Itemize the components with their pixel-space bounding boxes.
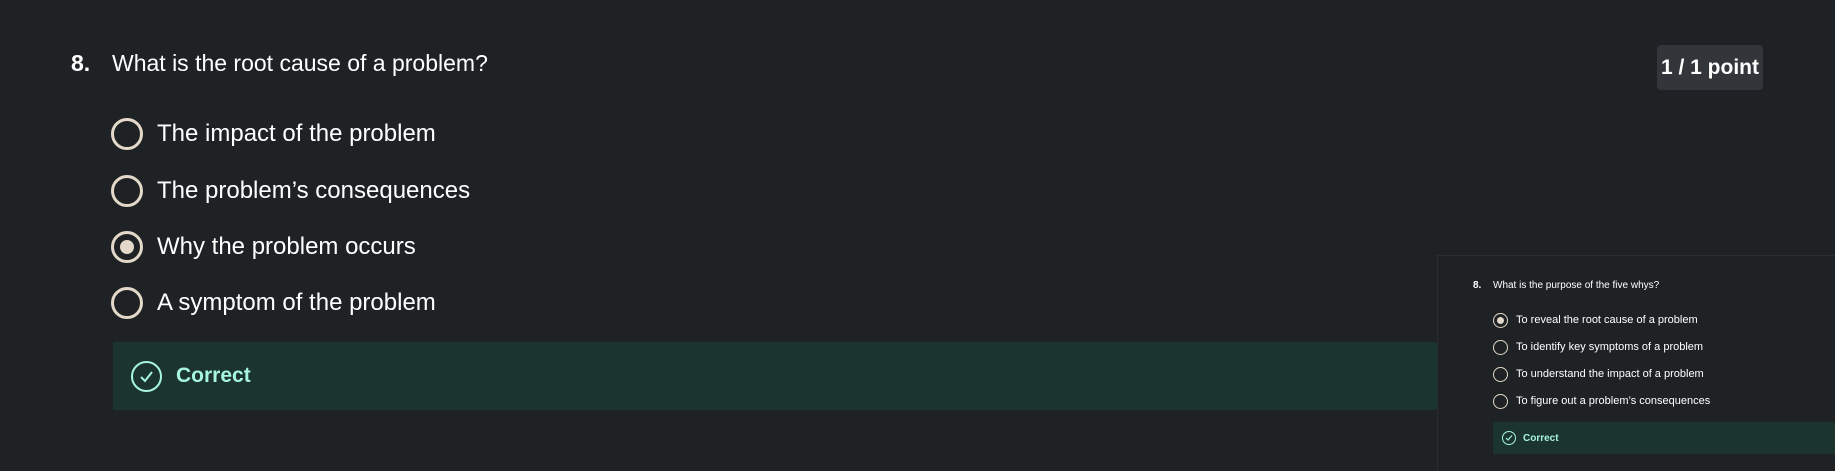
radio-button-selected[interactable]	[1493, 312, 1508, 328]
question-text: What is the root cause of a problem?	[112, 50, 488, 76]
quiz-page: 8. What is the root cause of a problem? …	[0, 0, 1835, 471]
inset-answer-option-label: To understand the impact of a problem	[1516, 368, 1704, 380]
answer-option-3[interactable]: Why the problem occurs	[111, 230, 416, 264]
inset-question-preview: 8. What is the purpose of the five whys?…	[1437, 255, 1835, 471]
check-circle-icon	[131, 360, 162, 392]
answer-option-4[interactable]: A symptom of the problem	[111, 286, 436, 320]
inset-question-number: 8.	[1473, 280, 1482, 291]
answer-option-label: The problem’s consequences	[157, 177, 471, 204]
question-number: 8.	[71, 50, 91, 76]
answer-option-label: Why the problem occurs	[157, 233, 416, 260]
radio-button[interactable]	[111, 287, 143, 319]
answer-option-label: A symptom of the problem	[157, 289, 436, 316]
inset-answer-option-label: To reveal the root cause of a problem	[1516, 314, 1698, 326]
radio-button[interactable]	[111, 118, 143, 150]
inset-answer-option-label: To figure out a problem’s consequences	[1516, 395, 1711, 407]
feedback-label: Correct	[176, 364, 251, 387]
check-circle-icon	[1502, 431, 1516, 445]
answer-option-1[interactable]: The impact of the problem	[111, 117, 436, 151]
answer-option-label: The impact of the problem	[157, 120, 436, 147]
points-badge: 1 / 1 point	[1657, 45, 1763, 90]
answer-option-2[interactable]: The problem’s consequences	[111, 174, 470, 208]
radio-button[interactable]	[1493, 366, 1508, 382]
radio-button-selected[interactable]	[111, 231, 143, 263]
inset-question-text: What is the purpose of the five whys?	[1493, 280, 1660, 291]
inset-answer-option-2[interactable]: To identify key symptoms of a problem	[1493, 339, 1703, 355]
radio-button[interactable]	[1493, 393, 1508, 409]
inset-feedback-label: Correct	[1523, 432, 1559, 444]
radio-button[interactable]	[1493, 339, 1508, 355]
feedback-banner: Correct	[113, 342, 1438, 410]
inset-feedback-banner: Correct	[1493, 422, 1835, 454]
radio-button[interactable]	[111, 175, 143, 207]
inset-answer-option-3[interactable]: To understand the impact of a problem	[1493, 366, 1704, 382]
inset-answer-option-1[interactable]: To reveal the root cause of a problem	[1493, 312, 1698, 328]
inset-answer-option-label: To identify key symptoms of a problem	[1516, 341, 1704, 353]
inset-answer-option-4[interactable]: To figure out a problem’s consequences	[1493, 393, 1710, 409]
